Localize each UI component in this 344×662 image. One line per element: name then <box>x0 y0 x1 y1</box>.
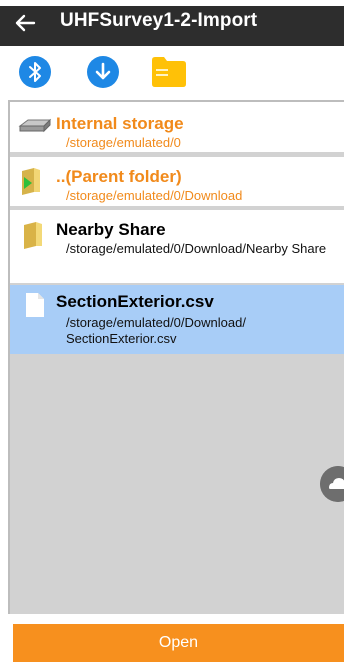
arrow-left-icon[interactable] <box>10 8 40 38</box>
footer-spacer <box>0 614 344 624</box>
item-path: /storage/emulated/0/Download/ SectionExt… <box>66 315 246 346</box>
item-path: /storage/emulated/0/Download/Nearby Shar… <box>66 241 327 256</box>
list-item-sectionexterior-csv[interactable]: SectionExterior.csv /storage/emulated/0/… <box>10 285 344 354</box>
item-path: /storage/emulated/0/Download <box>66 188 243 203</box>
item-name: Internal storage <box>56 114 184 133</box>
list-item-parent-folder[interactable]: ..(Parent folder) /storage/emulated/0/Do… <box>10 157 344 206</box>
item-name: SectionExterior.csv <box>56 292 214 311</box>
parent-folder-icon <box>22 168 40 195</box>
item-name: ..(Parent folder) <box>56 167 182 186</box>
open-button[interactable]: Open <box>13 624 344 662</box>
page-title: UHFSurvey1-2-Import <box>60 10 258 31</box>
drive-icon <box>18 118 52 133</box>
list-item-nearby-share[interactable]: Nearby Share /storage/emulated/0/Downloa… <box>10 210 344 283</box>
item-path: /storage/emulated/0 <box>66 135 181 150</box>
toolbar <box>0 46 344 100</box>
app-bar: UHFSurvey1-2-Import <box>0 6 344 46</box>
folder-icon[interactable] <box>152 57 186 87</box>
folder-icon <box>24 222 42 249</box>
list-item-internal-storage[interactable]: Internal storage /storage/emulated/0 <box>10 102 344 152</box>
file-icon <box>26 293 44 317</box>
item-name: Nearby Share <box>56 220 166 239</box>
download-icon[interactable] <box>87 56 119 88</box>
bluetooth-icon[interactable] <box>19 56 51 88</box>
file-list: Internal storage /storage/emulated/0 ..(… <box>8 100 344 614</box>
